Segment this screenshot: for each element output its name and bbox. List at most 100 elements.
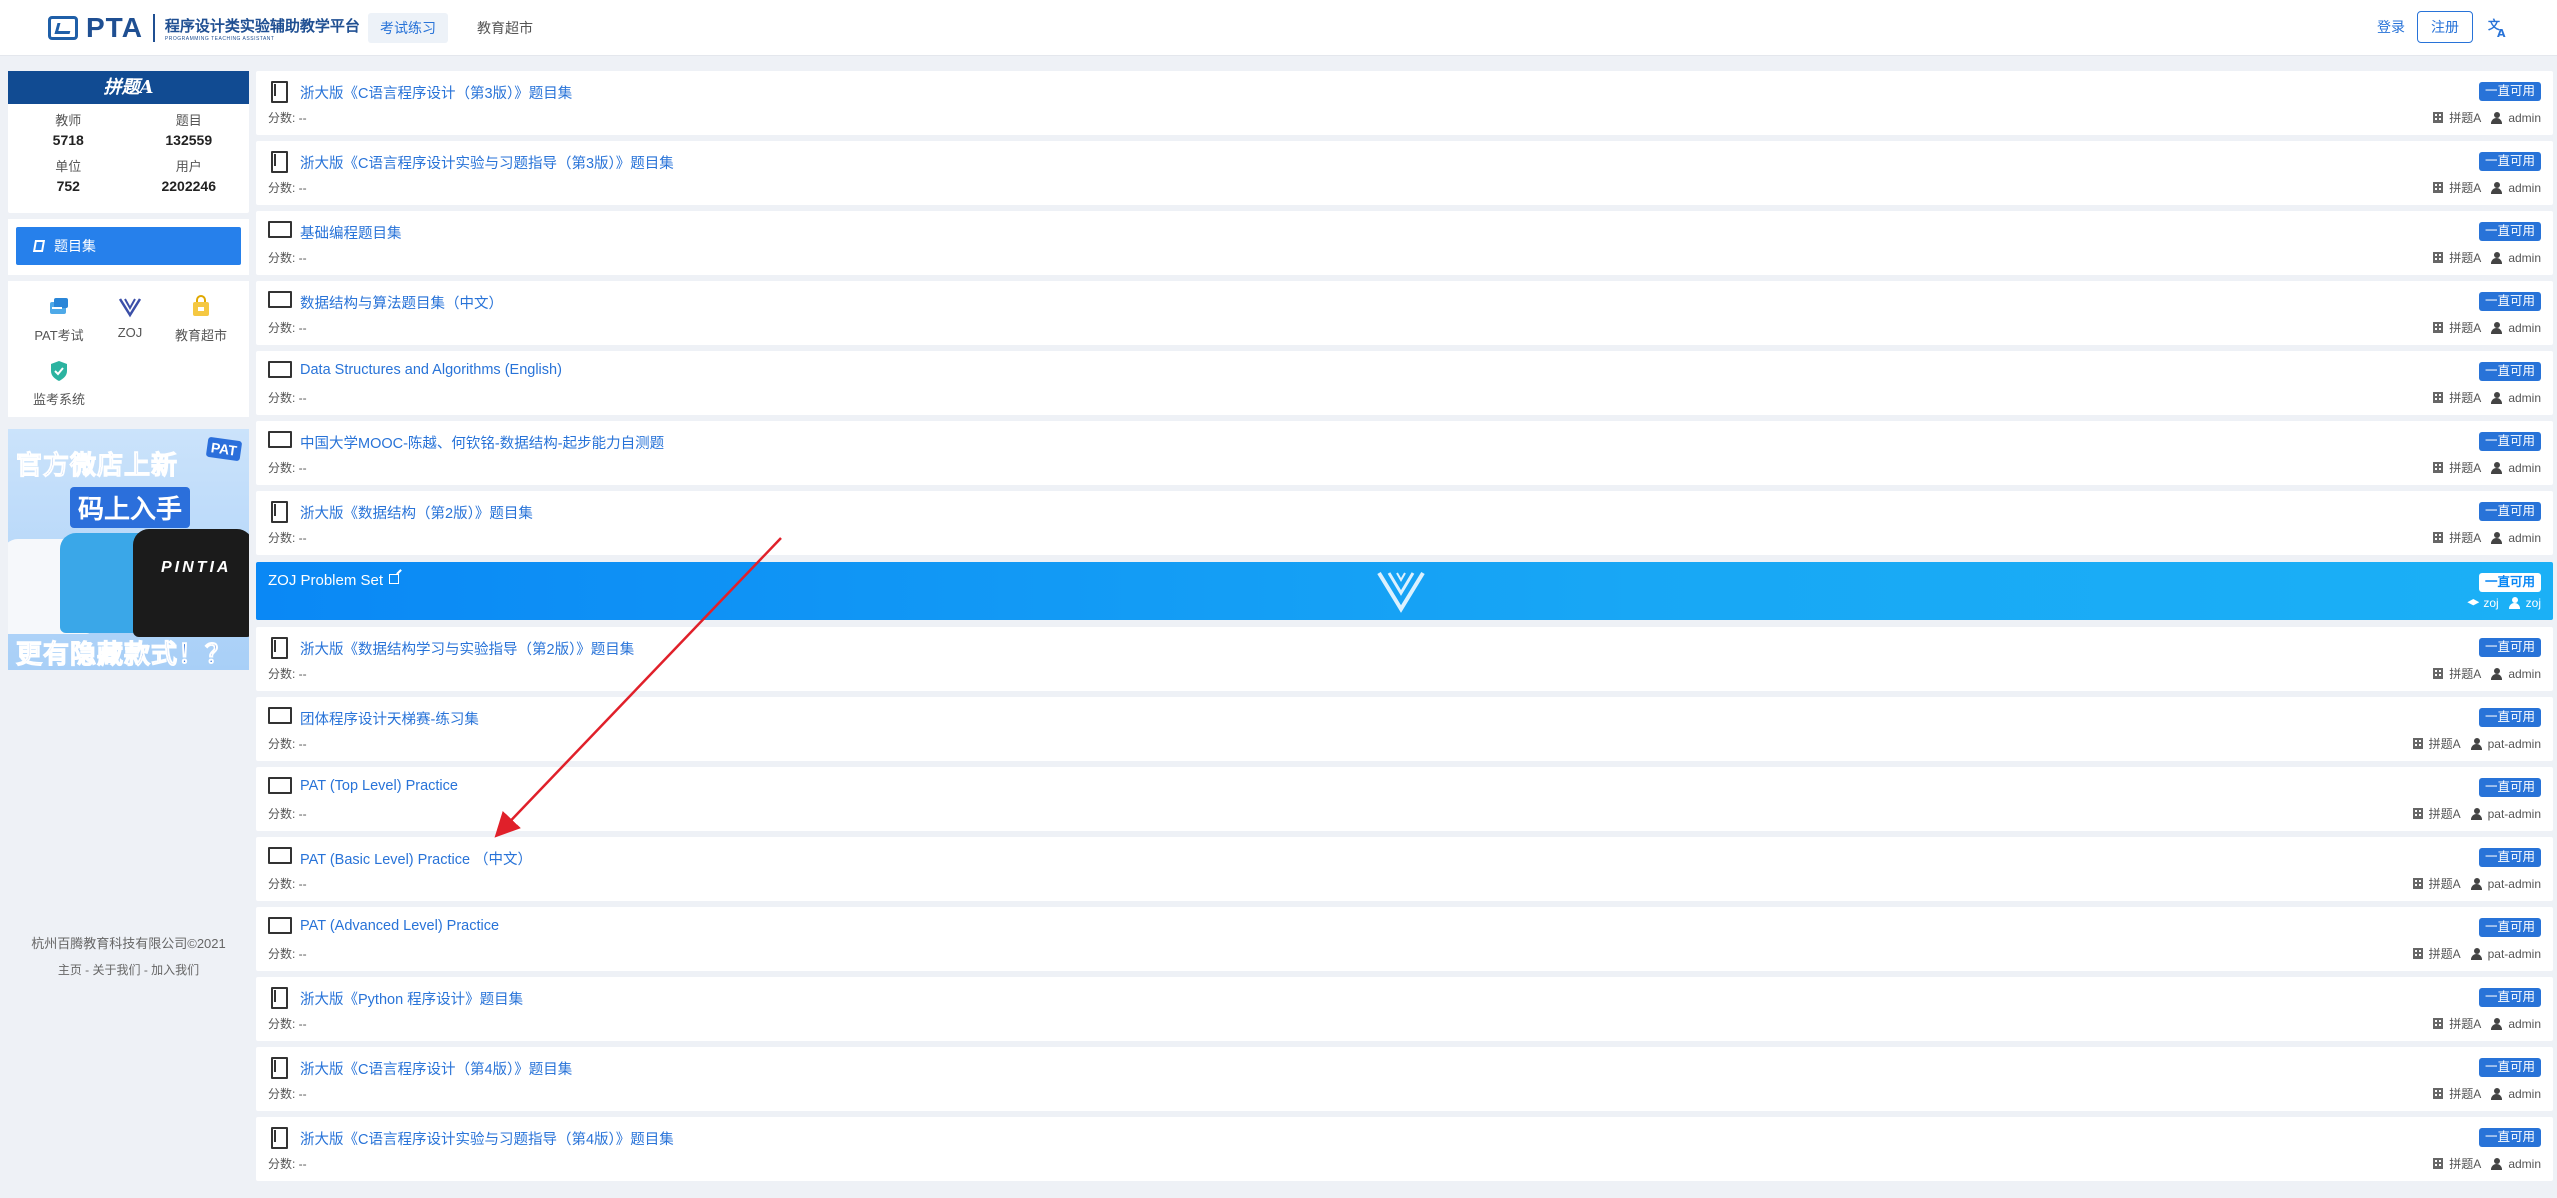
problem-set-row[interactable]: 浙大版《数据结构（第2版）》题目集 分数: -- 一直可用 拼题A admin	[256, 491, 2553, 555]
problem-set-title[interactable]: 数据结构与算法题目集（中文）	[300, 292, 503, 313]
book-icon	[268, 81, 288, 103]
org-name: 拼题A	[2449, 391, 2482, 405]
problem-set-meta: 拼题A pat-admin	[2412, 805, 2541, 822]
problem-set-meta: 拼题A admin	[2433, 1015, 2541, 1032]
org-name: 拼题A	[2449, 251, 2482, 265]
owner-name: admin	[2508, 1016, 2541, 1031]
problem-set-score: 分数: --	[268, 111, 307, 125]
problem-set-title[interactable]: 团体程序设计天梯赛-练习集	[300, 708, 479, 729]
problem-set-row[interactable]: 浙大版《Python 程序设计》题目集 分数: -- 一直可用 拼题A admin	[256, 977, 2553, 1041]
problem-set-row[interactable]: 团体程序设计天梯赛-练习集 分数: -- 一直可用 拼题A pat-admin	[256, 697, 2553, 761]
owner-name: admin	[2508, 320, 2541, 335]
pintia-banner-logo: 拼题A	[8, 71, 249, 104]
user-icon	[2491, 321, 2503, 334]
problem-set-title[interactable]: 基础编程题目集	[300, 222, 402, 243]
problem-set-row[interactable]: PAT (Advanced Level) Practice 分数: -- 一直可…	[256, 907, 2553, 971]
translate-icon[interactable]: 文A	[2487, 16, 2509, 40]
problem-set-score: 分数: --	[268, 1087, 307, 1101]
building-icon	[2433, 668, 2444, 679]
book-icon	[268, 501, 288, 523]
promo-banner[interactable]: 官方微店上新 PAT 码上入手 PINTIA 更有隐藏款式！？	[8, 429, 249, 670]
pta-logo-icon	[48, 16, 78, 40]
problem-set-meta: 拼题A pat-admin	[2412, 875, 2541, 892]
problem-set-row[interactable]: PAT (Top Level) Practice 分数: -- 一直可用 拼题A…	[256, 767, 2553, 831]
app-pat[interactable]: PAT考试	[24, 295, 94, 344]
building-icon	[2433, 112, 2444, 123]
book-icon	[32, 240, 46, 252]
problem-set-row[interactable]: 浙大版《C语言程序设计（第3版）》题目集 分数: -- 一直可用 拼题A admi…	[256, 71, 2553, 135]
monitor-icon	[268, 707, 292, 725]
tab-exam-practice[interactable]: 考试练习	[368, 13, 448, 43]
owner-name: admin	[2508, 1156, 2541, 1171]
book-icon	[268, 987, 288, 1009]
apps-card: PAT考试 ZOJ 教育超市 监考系统	[8, 281, 249, 417]
user-icon	[2470, 737, 2482, 750]
problem-set-title[interactable]: ZOJ Problem Set	[268, 572, 400, 589]
app-label: 教育超市	[174, 328, 227, 343]
problem-set-title[interactable]: Data Structures and Algorithms (English)	[300, 362, 562, 378]
org-name: 拼题A	[2449, 1017, 2482, 1031]
problem-set-row[interactable]: PAT (Basic Level) Practice （中文） 分数: -- 一…	[256, 837, 2553, 901]
org-name: 拼题A	[2449, 531, 2482, 545]
stat-value: 132559	[165, 132, 213, 148]
availability-badge: 一直可用	[2478, 152, 2541, 171]
problem-set-row[interactable]: 数据结构与算法题目集（中文） 分数: -- 一直可用 拼题A admin	[256, 281, 2553, 345]
problem-set-title[interactable]: PAT (Basic Level) Practice （中文）	[300, 848, 532, 869]
problem-set-score: 分数: --	[268, 1017, 307, 1031]
problem-set-score: 分数: --	[268, 877, 307, 891]
problem-set-meta: 拼题A admin	[2433, 665, 2541, 682]
owner-name: admin	[2508, 390, 2541, 405]
register-button[interactable]: 注册	[2417, 11, 2473, 43]
problem-set-score: 分数: --	[268, 391, 307, 405]
owner-name: pat-admin	[2487, 946, 2541, 961]
owner-name: admin	[2508, 250, 2541, 265]
building-icon	[2433, 462, 2444, 473]
monitor-icon	[268, 777, 292, 795]
problem-set-meta: 拼题A admin	[2433, 179, 2541, 196]
promo-subheadline: 码上入手	[70, 487, 191, 528]
stat-teachers: 教师 5718	[8, 110, 129, 148]
problem-set-title[interactable]: 中国大学MOOC-陈越、何钦铭-数据结构-起步能力自测题	[300, 432, 664, 453]
problem-set-meta: 拼题A admin	[2433, 249, 2541, 266]
org-name: 拼题A	[2428, 807, 2461, 821]
problem-set-meta: 拼题A admin	[2433, 319, 2541, 336]
logo-divider	[152, 14, 155, 42]
problem-set-title[interactable]: PAT (Top Level) Practice	[300, 778, 458, 794]
app-education-market[interactable]: 教育超市	[166, 295, 236, 344]
availability-badge: 一直可用	[2478, 432, 2541, 451]
graduation-cap-icon	[2467, 599, 2480, 606]
footer-links[interactable]: 主页 - 关于我们 - 加入我们	[8, 961, 249, 978]
availability-badge: 一直可用	[2478, 82, 2541, 101]
problem-set-title[interactable]: 浙大版《数据结构（第2版）》题目集	[300, 502, 533, 523]
problem-set-title[interactable]: 浙大版《C语言程序设计（第4版）》题目集	[300, 1058, 572, 1079]
availability-badge: 一直可用	[2478, 708, 2541, 727]
tab-education-market[interactable]: 教育超市	[465, 13, 545, 43]
problem-set-title[interactable]: PAT (Advanced Level) Practice	[300, 918, 499, 934]
org-name: 拼题A	[2449, 181, 2482, 195]
zoj-problem-set-row[interactable]: ZOJ Problem Set 一直可用 zoj zoj	[256, 562, 2553, 620]
problem-set-row[interactable]: 基础编程题目集 分数: -- 一直可用 拼题A admin	[256, 211, 2553, 275]
app-proctoring[interactable]: 监考系统	[24, 359, 94, 408]
problem-set-score: 分数: --	[268, 807, 307, 821]
problem-set-row[interactable]: 中国大学MOOC-陈越、何钦铭-数据结构-起步能力自测题 分数: -- 一直可用…	[256, 421, 2553, 485]
availability-badge: 一直可用	[2478, 988, 2541, 1007]
login-link[interactable]: 登录	[2377, 17, 2405, 37]
owner-name: admin	[2508, 1086, 2541, 1101]
problem-set-title[interactable]: 浙大版《Python 程序设计》题目集	[300, 988, 523, 1009]
problem-set-row[interactable]: 浙大版《C语言程序设计实验与习题指导（第4版）》题目集 分数: -- 一直可用 …	[256, 1117, 2553, 1181]
problem-set-score: 分数: --	[268, 531, 307, 545]
problem-set-meta: zoj zoj	[2467, 596, 2541, 610]
problem-set-title[interactable]: 浙大版《C语言程序设计实验与习题指导（第4版）》题目集	[300, 1128, 674, 1149]
problem-set-title[interactable]: 浙大版《C语言程序设计实验与习题指导（第3版）》题目集	[300, 152, 674, 173]
app-zoj[interactable]: ZOJ	[95, 295, 165, 340]
problem-set-row[interactable]: 浙大版《数据结构学习与实验指导（第2版）》题目集 分数: -- 一直可用 拼题A…	[256, 627, 2553, 691]
pta-logo[interactable]: PTA 程序设计类实验辅助教学平台 PROGRAMMING TEACHING A…	[48, 12, 360, 44]
problem-set-title[interactable]: 浙大版《数据结构学习与实验指导（第2版）》题目集	[300, 638, 634, 659]
problem-set-row[interactable]: Data Structures and Algorithms (English)…	[256, 351, 2553, 415]
problem-set-title[interactable]: 浙大版《C语言程序设计（第3版）》题目集	[300, 82, 572, 103]
problem-set-row[interactable]: 浙大版《C语言程序设计实验与习题指导（第3版）》题目集 分数: -- 一直可用 …	[256, 141, 2553, 205]
org-name: zoj	[2483, 596, 2499, 610]
availability-badge: 一直可用	[2478, 362, 2541, 381]
sidebar-item-problem-sets[interactable]: 题目集	[16, 227, 241, 265]
problem-set-row[interactable]: 浙大版《C语言程序设计（第4版）》题目集 分数: -- 一直可用 拼题A admi…	[256, 1047, 2553, 1111]
